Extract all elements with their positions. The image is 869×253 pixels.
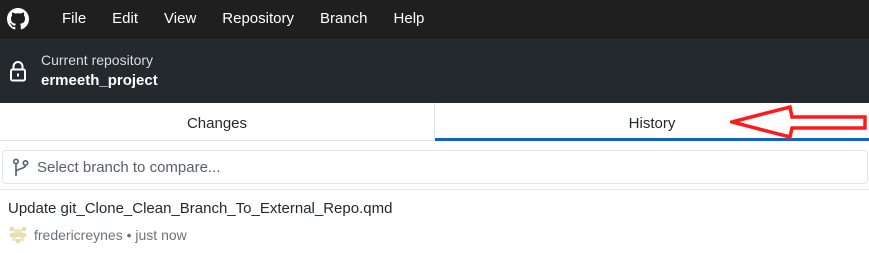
menu-branch[interactable]: Branch — [307, 0, 381, 37]
commit-summary: Update git_Clone_Clean_Branch_To_Externa… — [8, 200, 393, 217]
avatar — [8, 225, 28, 245]
github-octocat-icon[interactable] — [7, 7, 29, 30]
current-repository-button[interactable]: Current repository ermeeth_project — [0, 37, 869, 103]
lock-icon — [9, 60, 27, 82]
menu-view[interactable]: View — [151, 0, 209, 37]
branch-compare-box[interactable] — [2, 150, 868, 184]
menu-help[interactable]: Help — [381, 0, 438, 37]
commit-meta: fredericreynes • just now — [34, 227, 187, 243]
commit-list-item[interactable]: Update git_Clone_Clean_Branch_To_Externa… — [0, 190, 869, 253]
tab-history[interactable]: History — [435, 103, 869, 141]
branch-compare-input[interactable] — [37, 151, 857, 183]
commit-time: just now — [135, 227, 187, 243]
commit-author: fredericreynes — [34, 227, 123, 243]
repository-name: ermeeth_project — [41, 72, 158, 89]
tab-changes[interactable]: Changes — [0, 103, 435, 140]
tab-bar: Changes History — [0, 103, 869, 141]
menu-bar: File Edit View Repository Branch Help — [0, 0, 869, 37]
branch-compare-bar — [0, 141, 869, 190]
menu-file[interactable]: File — [49, 0, 99, 37]
git-branch-icon — [12, 158, 30, 178]
current-repository-label: Current repository — [41, 52, 154, 68]
meta-separator: • — [126, 227, 132, 243]
menu-repository[interactable]: Repository — [209, 0, 307, 37]
github-desktop-window: File Edit View Repository Branch Help Cu… — [0, 0, 869, 253]
menu-edit[interactable]: Edit — [99, 0, 151, 37]
